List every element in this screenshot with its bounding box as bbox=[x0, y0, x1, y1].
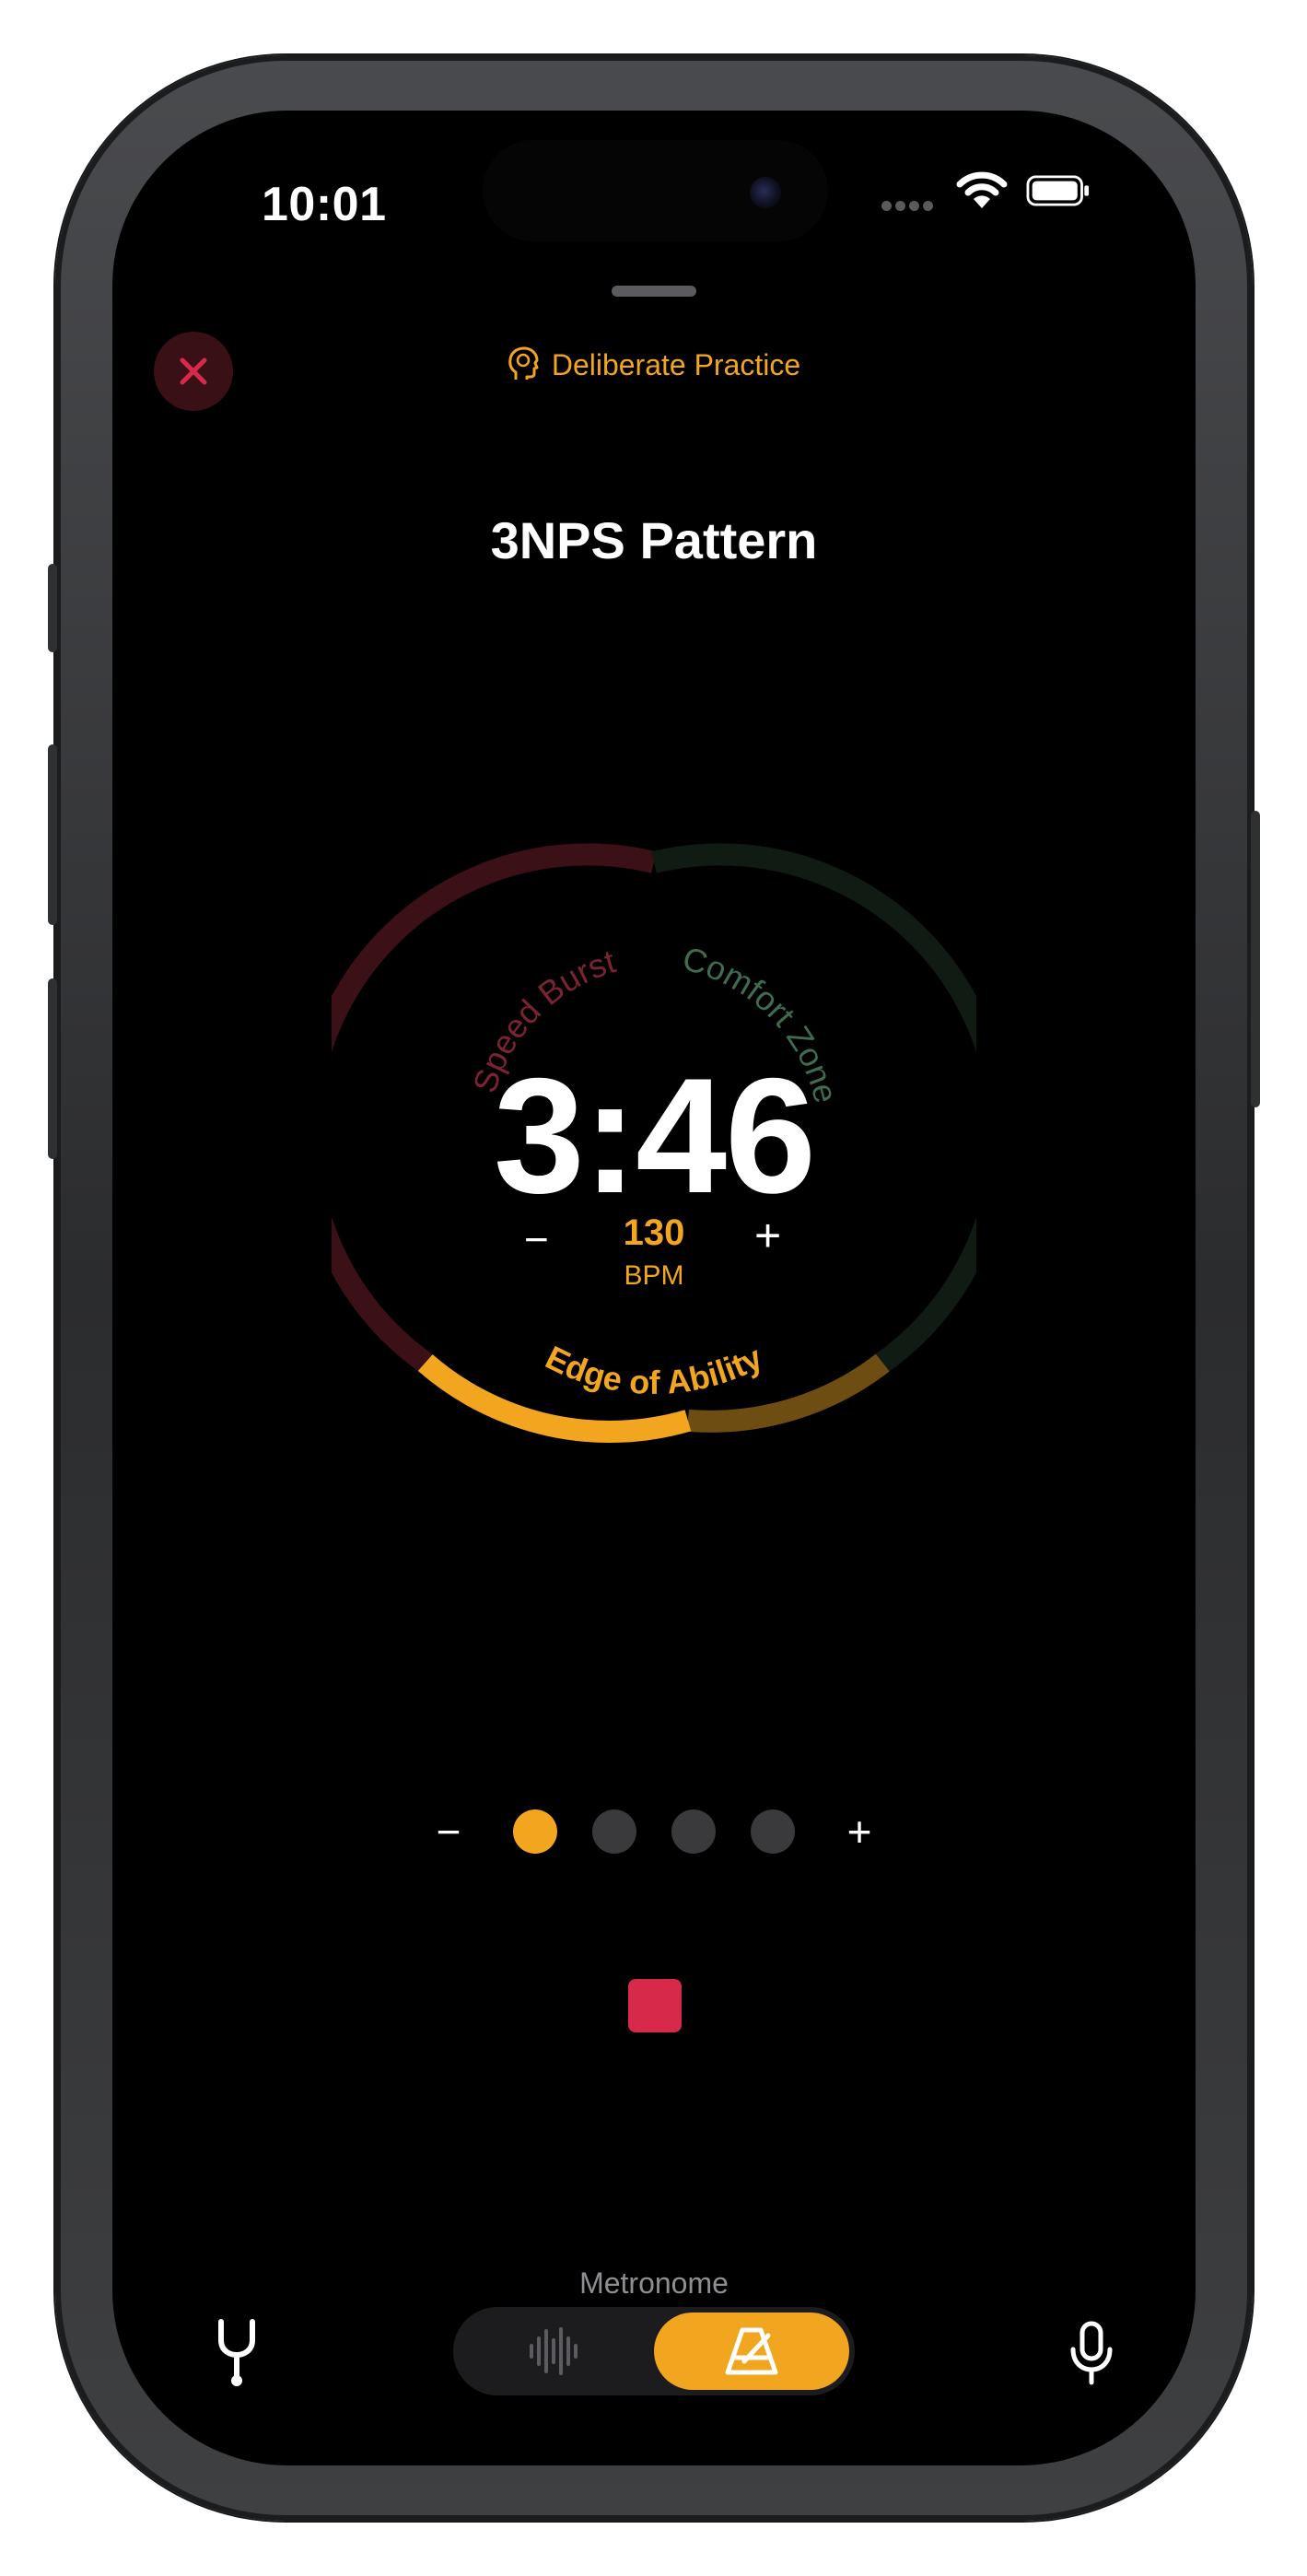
sheet-grabber[interactable] bbox=[612, 286, 696, 297]
beats-selector: − + bbox=[112, 1804, 1196, 1859]
increase-tempo-button[interactable]: + bbox=[754, 1209, 781, 1262]
camera-icon bbox=[750, 177, 781, 208]
decrease-tempo-button[interactable]: − bbox=[524, 1214, 549, 1264]
beat-dot-3[interactable] bbox=[671, 1809, 716, 1854]
stop-button[interactable] bbox=[628, 1979, 682, 2032]
practice-mode-text: Deliberate Practice bbox=[551, 347, 801, 381]
power-button bbox=[1251, 811, 1260, 1107]
beat-dot-4[interactable] bbox=[751, 1809, 795, 1854]
action-button bbox=[48, 564, 57, 652]
metronome-icon bbox=[725, 2327, 778, 2375]
tuning-fork-icon[interactable] bbox=[212, 2318, 262, 2388]
current-tool-label: Metronome bbox=[579, 2266, 729, 2300]
wifi-icon bbox=[956, 171, 1008, 208]
tool-segmented-control bbox=[453, 2307, 855, 2395]
time-remaining: 3:46 bbox=[493, 1044, 816, 1227]
edge-of-ability-label: Edge of Ability bbox=[540, 1338, 768, 1401]
status-time: 10:01 bbox=[262, 178, 387, 231]
increase-beats-button[interactable]: + bbox=[832, 1807, 887, 1856]
brain-head-icon bbox=[508, 346, 539, 380]
app-screen: 10:01 Deliberate Practice 3NPS Pattern S… bbox=[112, 111, 1196, 2465]
volume-up-button bbox=[48, 744, 57, 925]
tempo-value[interactable]: 130 bbox=[608, 1212, 700, 1254]
decrease-beats-button[interactable]: − bbox=[421, 1807, 476, 1856]
dynamic-island bbox=[483, 140, 828, 241]
waveform-icon bbox=[530, 2327, 578, 2375]
tempo-unit: BPM bbox=[624, 1260, 684, 1291]
battery-icon bbox=[1026, 175, 1090, 206]
exercise-title: 3NPS Pattern bbox=[490, 511, 818, 569]
cellular-signal-icon bbox=[881, 199, 937, 216]
microphone-icon[interactable] bbox=[1068, 2320, 1114, 2386]
beat-dot-2[interactable] bbox=[592, 1809, 636, 1854]
practice-mode-label: Deliberate Practice bbox=[112, 346, 1196, 383]
metronome-segment[interactable] bbox=[654, 2313, 849, 2390]
volume-down-button bbox=[48, 978, 57, 1159]
page: 10:01 Deliberate Practice 3NPS Pattern S… bbox=[0, 0, 1307, 2576]
waveform-segment[interactable] bbox=[453, 2307, 654, 2395]
beat-dot-1[interactable] bbox=[513, 1809, 557, 1854]
